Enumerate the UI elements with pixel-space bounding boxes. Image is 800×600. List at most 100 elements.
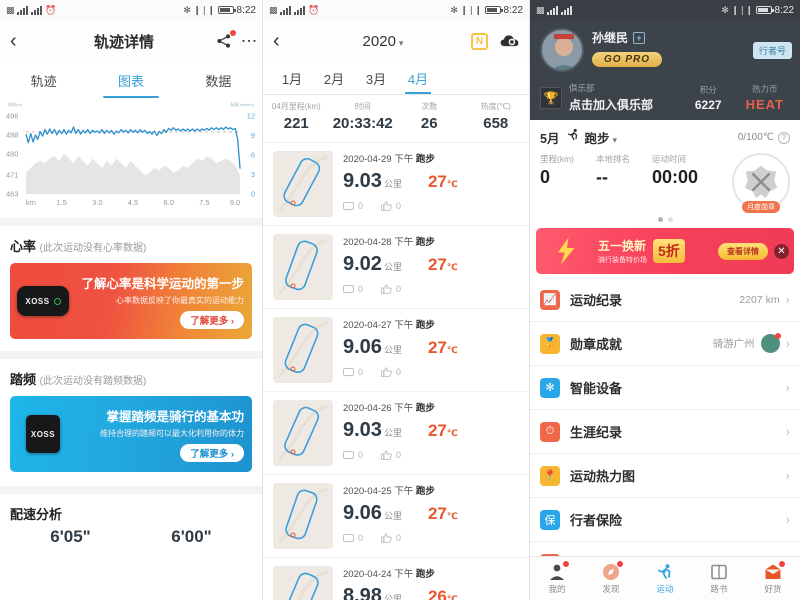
menu-item-medal[interactable]: 🏅 勋章成就 骑游广州 ›	[530, 322, 800, 366]
note-icon[interactable]: N	[471, 32, 488, 50]
shop-icon	[764, 560, 785, 581]
section-title-text: 心率	[10, 239, 37, 254]
activity-distance: 9.06	[343, 336, 382, 358]
menu-item-bluetooth[interactable]: ✻ 智能设备 ›	[530, 366, 800, 410]
comment-count[interactable]: 0	[343, 533, 363, 543]
comment-icon	[343, 201, 354, 211]
activity-row[interactable]: 2020-04-25 下午 跑步 9.06 公里 27℃ 0 0	[263, 474, 529, 557]
temp-unit: ℃	[446, 511, 458, 521]
activity-date: 2020-04-27 下午 跑步	[343, 320, 435, 331]
tabbar-item-book[interactable]: 路书	[692, 557, 746, 600]
close-icon[interactable]: ✕	[774, 243, 789, 259]
activity-temperature: 27℃	[427, 421, 458, 440]
stat-heat: 热度(℃) 658	[463, 101, 530, 132]
route-thumbnail[interactable]	[273, 151, 333, 217]
menu-item-stopwatch[interactable]: ⏱ 生涯纪录 ›	[530, 410, 800, 454]
comment-count[interactable]: 0	[343, 450, 363, 460]
battery-icon	[484, 6, 503, 14]
activity-date: 2020-04-29 下午 跑步	[343, 154, 435, 165]
sport-type-selector[interactable]: 跑步 ▾	[584, 128, 617, 147]
monthly-medal[interactable]: 月度勋章	[732, 153, 790, 213]
route-thumbnail[interactable]	[273, 317, 333, 383]
stat-value: 26	[420, 115, 438, 132]
rider-id-badge[interactable]: 行者号	[752, 42, 792, 59]
comment-count[interactable]: 0	[343, 201, 363, 211]
club-row: 🏆 俱乐部 点击加入俱乐部 积分 6227 热力币 HEAT	[540, 82, 790, 113]
tabbar-label: 发现	[602, 583, 620, 594]
share-icon[interactable]	[216, 30, 236, 49]
month-tab-3[interactable]: 3月	[355, 62, 397, 94]
bluetooth-icon: ✻	[540, 377, 560, 398]
menu-item-heatmap-pin[interactable]: 📍 运动热力图 ›	[530, 454, 800, 498]
status-time: 8:22	[503, 4, 523, 16]
sport-stat-distance: 里程(km) 0	[540, 153, 574, 188]
route-thumbnail[interactable]	[273, 234, 333, 300]
menu-item-value: 骑游广州	[712, 338, 755, 350]
activity-row[interactable]: 2020-04-29 下午 跑步 9.03 公里 27℃ 0 0	[263, 142, 529, 225]
pace-value: 6'00"	[171, 527, 212, 546]
cadence-promo-banner[interactable]: XOSS 掌握踏频是骑行的基本功 维持合理的踏频可以最大化利用你的体力 了解更多…	[10, 396, 252, 472]
banner-detail-button[interactable]: 查看详情	[718, 242, 768, 260]
like-count[interactable]: 0	[381, 450, 401, 460]
tabbar-item-shop[interactable]: 好货	[746, 557, 800, 600]
heatmap-pin-icon: 📍	[540, 465, 560, 486]
tab-label: 数据	[205, 73, 232, 89]
route-thumbnail[interactable]	[273, 483, 333, 549]
tabbar-item-person[interactable]: 我的	[530, 557, 584, 600]
tab-data[interactable]: 数据	[175, 62, 262, 98]
like-count[interactable]: 0	[381, 284, 401, 294]
like-count[interactable]: 0	[381, 367, 401, 377]
carousel-dot[interactable]	[667, 217, 673, 222]
go-pro-button[interactable]: GO PRO	[592, 52, 663, 67]
avatar[interactable]	[540, 28, 584, 72]
menu-item-shield[interactable]: 保行者保险 ›	[530, 498, 800, 542]
hr-learn-more-button[interactable]: 了解更多 ›	[180, 311, 244, 329]
tab-chart[interactable]: 图表	[87, 62, 174, 98]
menu-item-chart[interactable]: 📈 运动纪录 2207 km ›	[530, 278, 800, 322]
back-button[interactable]: ‹	[273, 31, 295, 51]
back-button[interactable]: ‹	[10, 31, 32, 51]
tabbar-item-compass[interactable]: 发现	[584, 557, 638, 600]
like-count[interactable]: 0	[381, 533, 401, 543]
activity-distance: 9.03	[343, 170, 382, 192]
elevation-pace-chart[interactable]: 海拔(m) 配速(min/km) 463 471 480 488 496 0 3 6 9 12 …	[0, 98, 262, 218]
like-count[interactable]: 0	[381, 201, 401, 211]
points-stat: 积分 6227	[695, 84, 722, 112]
activity-row[interactable]: 2020-04-26 下午 跑步 9.03 公里 27℃ 0 0	[263, 391, 529, 474]
route-thumbnail[interactable]	[273, 566, 333, 600]
activity-type: 跑步	[415, 486, 435, 497]
signal-icon: ▩	[269, 4, 278, 15]
cadence-learn-more-button[interactable]: 了解更多 ›	[180, 444, 244, 462]
carousel-dots	[530, 211, 800, 226]
tabbar-item-run[interactable]: 运动	[638, 557, 692, 600]
route-thumbnail[interactable]	[273, 400, 333, 466]
activity-row[interactable]: 2020-04-27 下午 跑步 9.06 公里 27℃ 0 0	[263, 308, 529, 391]
status-bar: ▩ ⏰ ✻ ❙❘❙ 8:22	[263, 0, 529, 20]
carousel-dot[interactable]	[657, 217, 663, 222]
heart-rate-promo-banner[interactable]: XOSS 了解心率是科学运动的第一步 心率数据反映了你最真实的运动能力 了解更多…	[10, 263, 252, 339]
club-info[interactable]: 俱乐部 点击加入俱乐部	[569, 82, 653, 113]
heat-label: 热力币	[752, 84, 778, 94]
trophy-icon: 🏆	[540, 86, 562, 109]
question-icon[interactable]: ?	[778, 131, 790, 144]
activity-distance-unit: 公里	[383, 262, 402, 272]
tab-track[interactable]: 轨迹	[0, 62, 87, 98]
month-tab-1[interactable]: 1月	[271, 62, 313, 94]
add-friend-icon[interactable]: +	[633, 31, 646, 44]
section-divider	[0, 486, 262, 494]
club-join-link[interactable]: 点击加入俱乐部	[569, 96, 653, 113]
month-tab-4[interactable]: 4月	[397, 62, 439, 94]
cloud-sync-icon[interactable]	[500, 34, 519, 48]
activity-temperature: 26℃	[428, 587, 458, 600]
comment-count[interactable]: 0	[343, 284, 363, 294]
activity-row[interactable]: 2020-04-24 下午 跑步8.98公里26℃00	[263, 557, 529, 600]
temp-unit: ℃	[446, 179, 458, 189]
year-selector[interactable]: 2020 ▾	[295, 33, 471, 50]
comment-count[interactable]: 0	[343, 367, 363, 377]
promo-banner[interactable]: 五一换新 骑行装备特价场 5折 查看详情 ✕	[536, 228, 794, 274]
month-tab-2[interactable]: 2月	[313, 62, 355, 94]
svg-text:3: 3	[251, 170, 255, 179]
more-icon[interactable]: ⋮	[240, 33, 257, 49]
profile-menu: 📈 运动纪录 2207 km › 🏅 勋章成就 骑游广州 › ✻ 智能设备 › ⏱ 生涯纪录 › 📍 运动热力…	[530, 274, 800, 586]
activity-row[interactable]: 2020-04-28 下午 跑步 9.02 公里 27℃ 0 0	[263, 225, 529, 308]
